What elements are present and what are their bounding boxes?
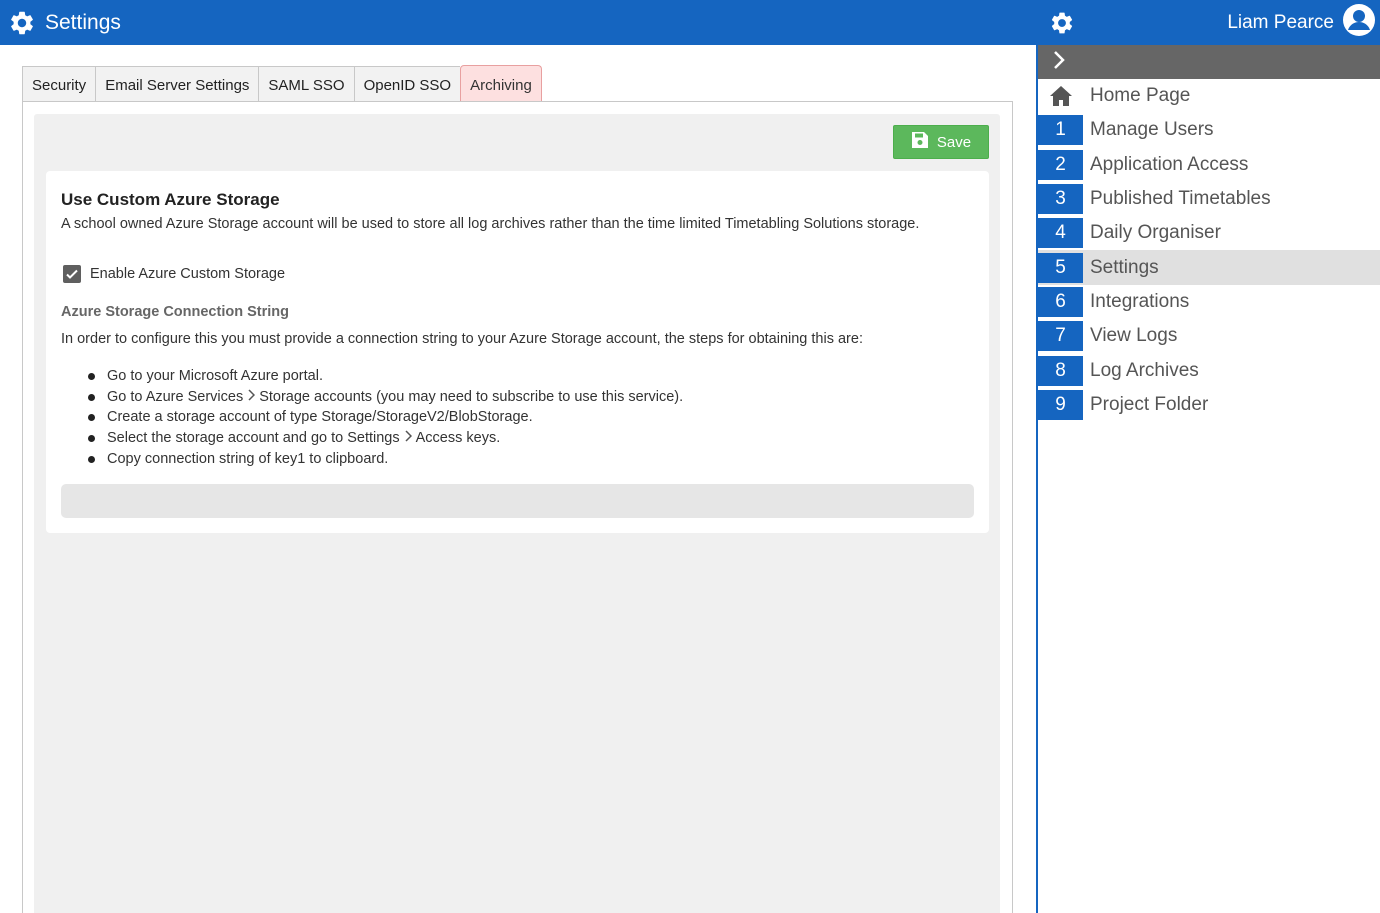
sidebar-item-integrations[interactable]: 6 Integrations <box>1038 285 1380 319</box>
tab-email-server-settings[interactable]: Email Server Settings <box>95 66 259 102</box>
save-button[interactable]: Save <box>893 125 989 159</box>
sidebar-item-published-timetables[interactable]: 3 Published Timetables <box>1038 182 1380 216</box>
sidebar-item-home-page[interactable]: Home Page <box>1038 79 1380 113</box>
user-avatar-icon <box>1342 3 1376 43</box>
chevron-right-icon <box>247 387 256 408</box>
sidebar-item-project-folder[interactable]: 9 Project Folder <box>1038 388 1380 422</box>
check-icon <box>66 269 78 279</box>
tab-openid-sso[interactable]: OpenID SSO <box>353 66 461 102</box>
sidebar-item-application-access[interactable]: 2 Application Access <box>1038 148 1380 182</box>
list-item: Go to your Microsoft Azure portal. <box>87 366 683 387</box>
list-item: Go to Azure Services Storage accounts (yo… <box>87 387 683 408</box>
list-item: Select the storage account and go to Set… <box>87 428 683 449</box>
gear-icon[interactable] <box>1048 9 1076 37</box>
tab-saml-sso[interactable]: SAML SSO <box>258 66 354 102</box>
save-label: Save <box>936 133 972 151</box>
connection-string-input[interactable] <box>61 484 974 518</box>
sidebar-item-manage-users[interactable]: 1 Manage Users <box>1038 113 1380 147</box>
home-icon <box>1038 81 1083 111</box>
instructions-text: In order to configure this you must prov… <box>61 331 863 347</box>
user-menu[interactable]: Liam Pearce <box>1227 3 1376 43</box>
enable-azure-checkbox[interactable] <box>63 265 81 283</box>
main-area: Settings Security Email Server Settings … <box>0 0 1036 913</box>
sidebar-item-log-archives[interactable]: 8 Log Archives <box>1038 353 1380 387</box>
steps-list: Go to your Microsoft Azure portal. Go to… <box>87 366 683 470</box>
list-item: Copy connection string of key1 to clipbo… <box>87 449 683 470</box>
connection-string-heading: Azure Storage Connection String <box>61 304 289 320</box>
settings-tabs: Security Email Server Settings SAML SSO … <box>22 65 542 102</box>
sidebar-nav: Home Page 1 Manage Users 2 Application A… <box>1038 79 1380 422</box>
azure-storage-card: Use Custom Azure Storage A school owned … <box>46 171 989 533</box>
card-title: Use Custom Azure Storage <box>61 190 280 209</box>
page-title: Settings <box>45 10 121 34</box>
chevron-right-icon <box>404 428 412 449</box>
floppy-disk-icon <box>911 131 929 153</box>
sidebar-collapse-bar[interactable] <box>1038 45 1380 79</box>
enable-azure-label: Enable Azure Custom Storage <box>90 266 286 282</box>
sidebar-item-daily-organiser[interactable]: 4 Daily Organiser <box>1038 216 1380 250</box>
sidebar: Liam Pearce Home Page 1 Manage Users 2 A… <box>1036 0 1380 913</box>
sidebar-header: Liam Pearce <box>1038 0 1380 45</box>
sidebar-item-view-logs[interactable]: 7 View Logs <box>1038 319 1380 353</box>
tab-security[interactable]: Security <box>22 66 96 102</box>
card-description: A school owned Azure Storage account wil… <box>61 216 920 232</box>
enable-azure-row: Enable Azure Custom Storage <box>63 265 285 283</box>
chevron-right-icon <box>1052 50 1066 75</box>
tab-archiving[interactable]: Archiving <box>460 65 542 102</box>
top-bar: Settings <box>0 0 1036 45</box>
list-item: Create a storage account of type Storage… <box>87 407 683 428</box>
sidebar-item-settings[interactable]: 5 Settings <box>1038 250 1380 285</box>
gear-icon <box>7 8 37 38</box>
user-name: Liam Pearce <box>1227 11 1334 33</box>
